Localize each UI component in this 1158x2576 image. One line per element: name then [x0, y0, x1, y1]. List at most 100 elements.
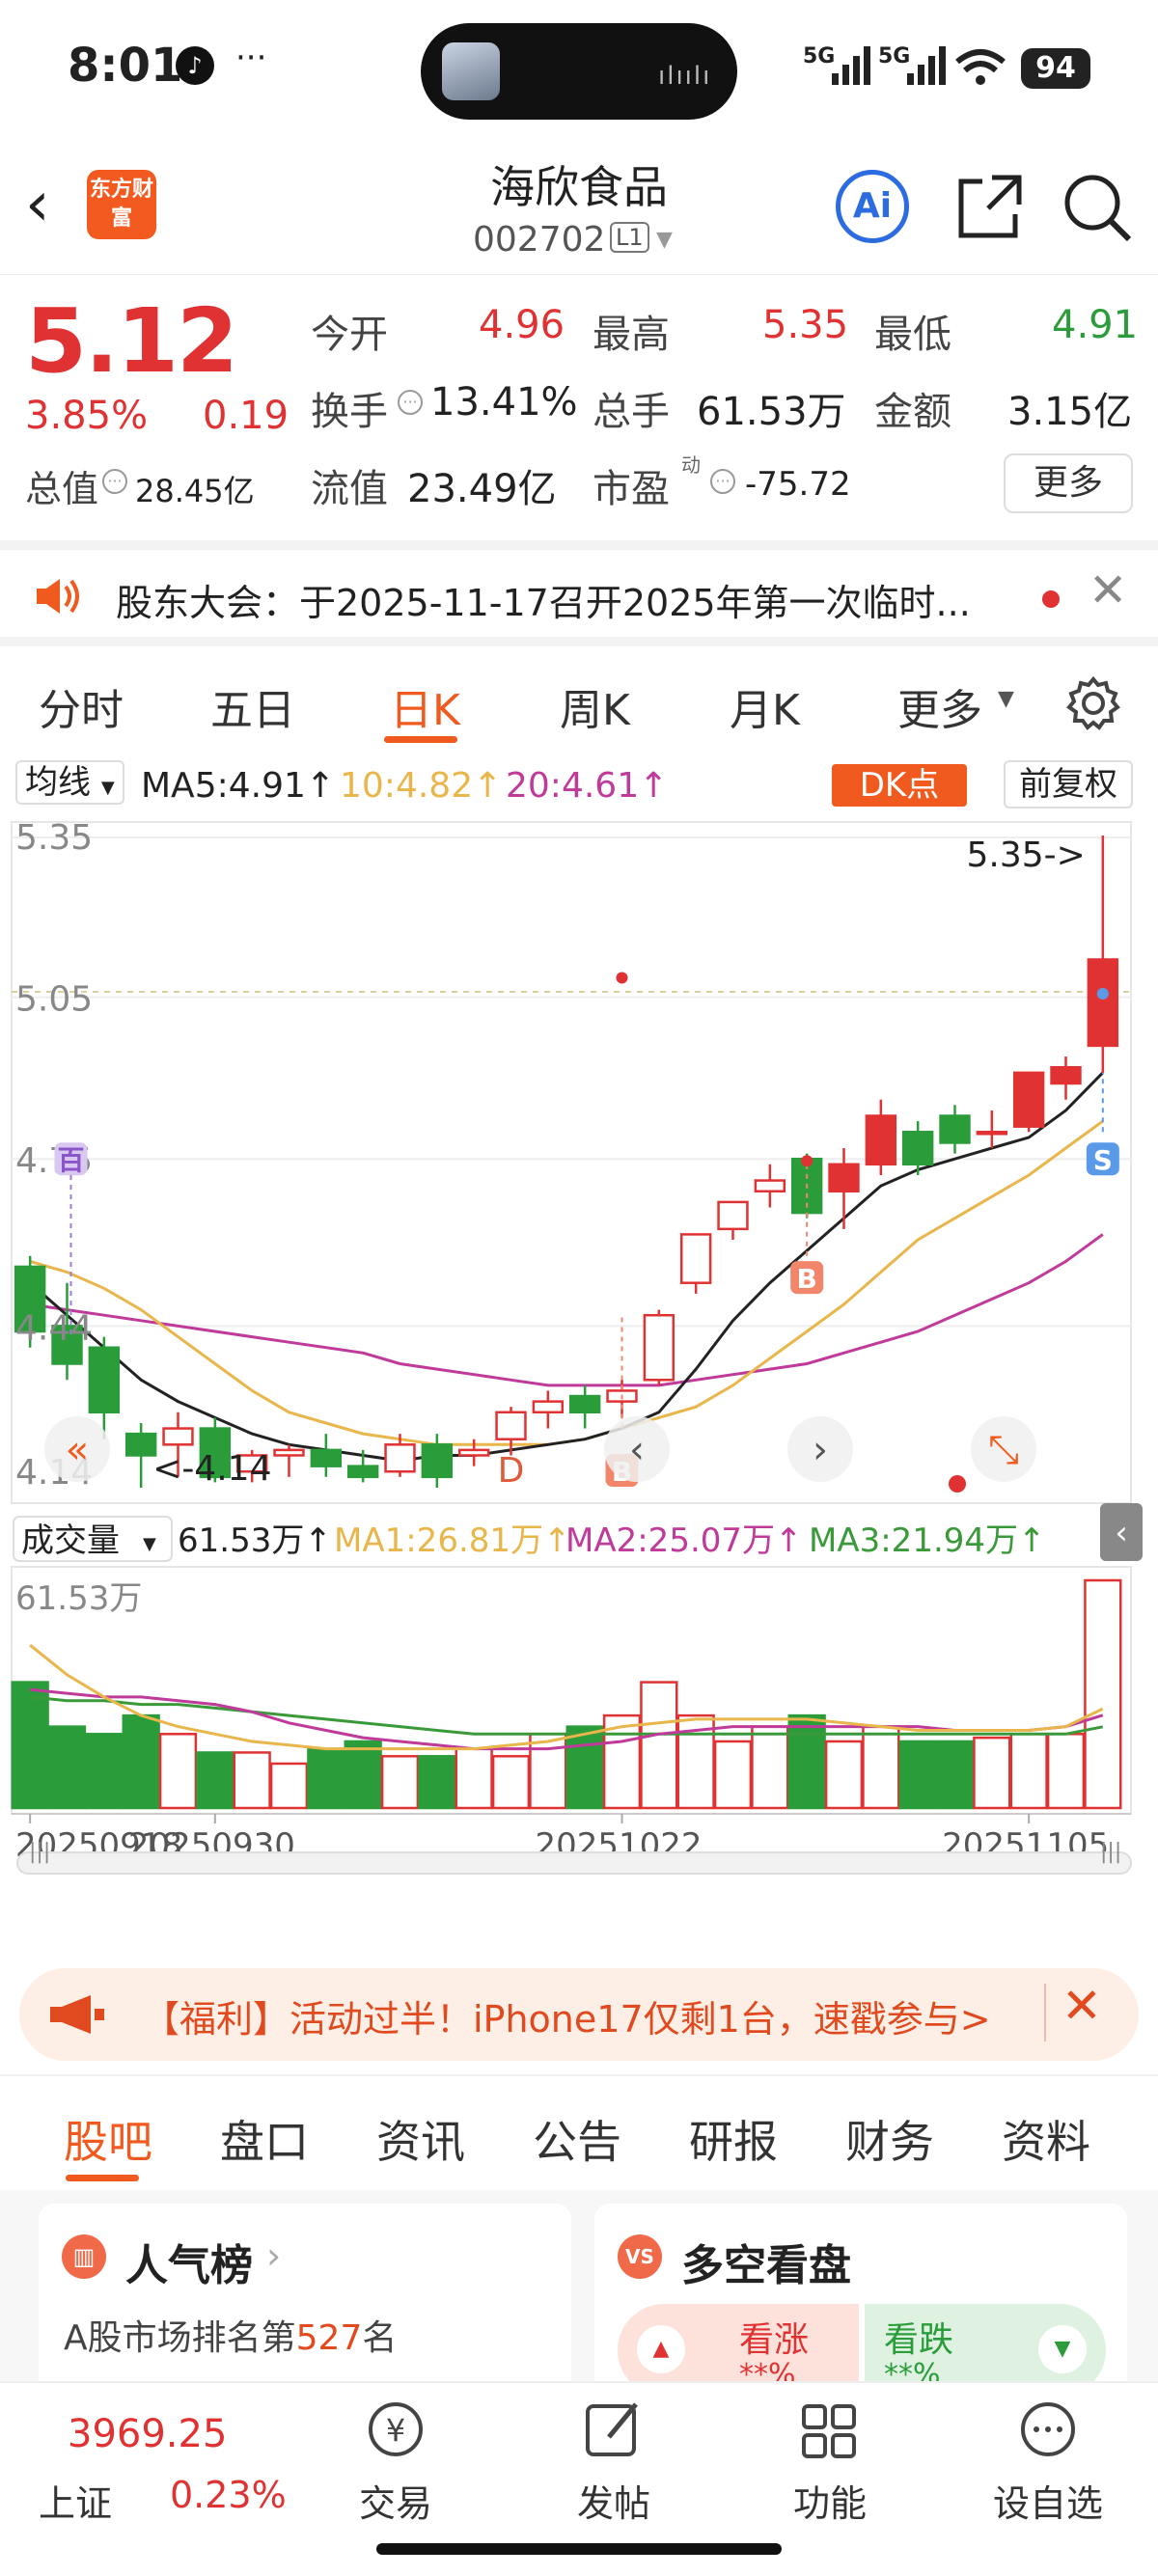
index-change: 0.23% — [170, 2474, 287, 2516]
volume-bar — [751, 1725, 789, 1810]
gear-icon[interactable] — [1065, 675, 1121, 731]
volume-value: 61.53万 — [697, 390, 846, 434]
ai-assistant-button[interactable]: Ai — [836, 170, 909, 243]
tab-profile[interactable]: 资料 — [1002, 2107, 1090, 2171]
bull-bear-card[interactable]: VS 多空看盘 ▲ 看涨 **% 看跌 **% ▼ — [594, 2204, 1127, 2397]
promo-text: 【福利】活动过半！iPhone17仅剩1台，速戳参与> — [143, 1998, 991, 2041]
info-icon[interactable]: ··· — [102, 469, 127, 494]
tab-more[interactable]: 更多 — [897, 675, 982, 737]
chevron-right-icon: › — [266, 2234, 282, 2277]
candle-body — [457, 1448, 490, 1457]
volume-bar — [862, 1725, 900, 1810]
expand-icon: ⤡ — [988, 1428, 1019, 1472]
tab-daily-k[interactable]: 日K — [390, 675, 460, 737]
tab-monthly-k[interactable]: 月K — [730, 675, 800, 737]
volume-bar — [491, 1755, 531, 1810]
promo-banner[interactable]: 【福利】活动过半！iPhone17仅剩1台，速戳参与> ✕ — [19, 1968, 1139, 2061]
ma-legend: 均线 ▼ MA5:4.91↑ 10:4.82↑ 20:4.61↑ DK点 前复权 — [0, 756, 1158, 814]
add-watchlist-button[interactable]: 设自选 — [980, 2393, 1116, 2527]
indicator-select[interactable]: 均线 ▼ — [15, 760, 124, 805]
dynamic-island[interactable]: ılıılı — [421, 23, 737, 120]
volume-bar — [935, 1740, 975, 1810]
float-value: 23.49亿 — [407, 467, 557, 511]
pe-superscript: 动 — [681, 453, 701, 477]
volume-bar — [787, 1713, 826, 1810]
candle-body — [1050, 1065, 1082, 1085]
volume-bar — [713, 1740, 753, 1810]
candle-body — [88, 1346, 121, 1414]
media-thumbnail — [442, 42, 500, 100]
change-amount: 0.19 — [203, 394, 290, 438]
edit-icon — [586, 2402, 638, 2456]
more-quote-button[interactable]: 更多 — [1004, 453, 1133, 513]
chevron-down-icon[interactable]: ▼ — [656, 228, 673, 252]
svg-text:¥: ¥ — [386, 2412, 405, 2449]
close-icon[interactable]: ✕ — [1089, 563, 1127, 617]
index-value[interactable]: 3969.25 — [68, 2412, 227, 2456]
info-icon[interactable]: ··· — [398, 390, 423, 415]
info-icon[interactable]: ··· — [710, 469, 735, 494]
candle-body — [162, 1427, 194, 1446]
volume-bar — [418, 1755, 456, 1810]
tab-finance[interactable]: 财务 — [845, 2107, 934, 2171]
popularity-card[interactable]: ▥ 人气榜 › A股市场排名第527名 — [39, 2204, 571, 2397]
trade-label: 交易 — [358, 2482, 432, 2525]
dk-point-button[interactable]: DK点 — [832, 764, 967, 807]
adjust-button[interactable]: 前复权 — [1004, 760, 1133, 808]
notice-bar[interactable]: 股东大会：于2025-11-17召开2025年第一次临时... ✕ — [0, 540, 1158, 646]
candle-body — [273, 1448, 305, 1457]
tiktok-icon: ♪ — [176, 46, 214, 85]
signal-dot — [949, 1475, 966, 1493]
tab-five-day[interactable]: 五日 — [210, 675, 295, 737]
tab-intraday[interactable]: 分时 — [39, 675, 124, 737]
candle-body — [976, 1131, 1008, 1136]
high-label: 最高 — [593, 313, 670, 357]
amount-value: 3.15亿 — [1007, 390, 1133, 434]
close-icon[interactable]: ✕ — [1062, 1978, 1102, 2034]
volume-bar — [1046, 1733, 1086, 1810]
tab-announcements[interactable]: 公告 — [533, 2107, 621, 2171]
functions-label: 功能 — [792, 2482, 867, 2525]
min-price-marker: <-4.14 — [152, 1449, 271, 1489]
ma20-value: 20:4.61↑ — [506, 766, 669, 806]
volume-bars — [11, 1578, 1122, 1810]
marker-hundred: 百 — [57, 1144, 84, 1176]
post-label: 发帖 — [576, 2482, 650, 2525]
signal-dot — [801, 1155, 813, 1167]
marker-s: S — [1093, 1144, 1113, 1176]
index-name: 上证 — [39, 2482, 113, 2525]
search-icon[interactable] — [1060, 170, 1133, 243]
volume-bar — [344, 1740, 382, 1810]
candle-body — [643, 1313, 676, 1382]
trade-button[interactable]: ¥ 交易 — [328, 2393, 463, 2527]
battery-indicator: 94 — [1021, 48, 1090, 89]
change-pct: 3.85% — [25, 394, 149, 438]
open-value: 4.96 — [479, 303, 565, 347]
vol-ma1-value: MA1:26.81万↑ — [334, 1521, 571, 1560]
grid-icon — [802, 2404, 856, 2458]
tab-guba[interactable]: 股吧 — [64, 2107, 152, 2171]
candle-body — [939, 1114, 971, 1144]
low-label: 最低 — [874, 313, 951, 357]
tab-research[interactable]: 研报 — [689, 2107, 778, 2171]
volume-bar — [640, 1681, 678, 1810]
kline-chart[interactable]: 5.355.054.754.444.14 2025091820250930 202… — [0, 814, 1158, 1905]
candle-body — [421, 1443, 454, 1479]
post-button[interactable]: 发帖 — [546, 2393, 681, 2527]
last-price: 5.12 — [25, 289, 238, 393]
tab-pankou[interactable]: 盘口 — [220, 2107, 309, 2171]
content-tabs: 股吧 盘口 资讯 公告 研报 财务 资料 — [0, 2074, 1158, 2190]
ma10-line — [29, 1119, 1104, 1446]
candle-body — [532, 1400, 565, 1414]
share-icon[interactable] — [953, 170, 1027, 243]
scroll-forward-icon: › — [813, 1428, 828, 1472]
volume-bar — [122, 1713, 160, 1810]
turnover-label: 换手 — [311, 390, 388, 434]
tab-news[interactable]: 资讯 — [376, 2107, 465, 2171]
stock-code: 002702 — [473, 220, 606, 260]
tab-weekly-k[interactable]: 周K — [560, 675, 630, 737]
signal-bars-icon-2 — [907, 46, 946, 85]
functions-button[interactable]: 功能 — [762, 2393, 897, 2527]
bull-label: 看涨 — [739, 2320, 810, 2360]
level-tag[interactable]: L1 — [610, 222, 649, 253]
